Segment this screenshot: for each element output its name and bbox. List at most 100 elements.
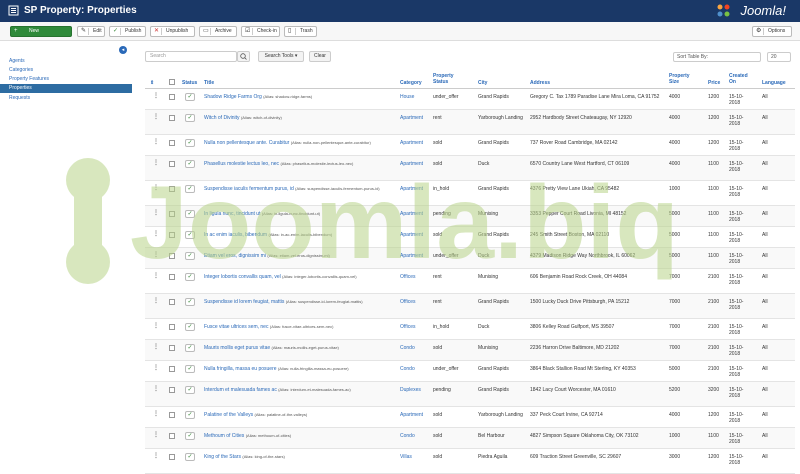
category-link[interactable]: Condo [400,433,432,439]
unpublish-button[interactable]: ✕ Unpublish [150,26,195,37]
column-created-on[interactable]: Created On [729,73,751,85]
row-checkbox[interactable] [169,324,175,330]
category-link[interactable]: Apartment [400,140,432,146]
published-status-icon[interactable]: ✓ [185,210,195,218]
property-title-link[interactable]: Shadow Ridge Farms Org [204,94,262,100]
column-status[interactable]: Status [182,80,197,86]
published-status-icon[interactable]: ✓ [185,323,195,331]
row-checkbox[interactable] [169,299,175,305]
row-checkbox[interactable] [169,161,175,167]
row-checkbox[interactable] [169,454,175,460]
column-title[interactable]: Title [204,80,214,86]
row-checkbox[interactable] [169,433,175,439]
property-title-link[interactable]: Interdum et malesuada fames ac [204,387,277,393]
property-title-link[interactable]: Etiam vel eros, dignissim mi [204,253,266,259]
property-title-link[interactable]: In ac enim iaculis, bibendum [204,232,267,238]
published-status-icon[interactable]: ✓ [185,432,195,440]
publish-button[interactable]: ✓ Publish [109,26,146,37]
column-price[interactable]: Price [708,80,720,86]
drag-handle-icon[interactable]: ⋮ [153,452,159,459]
drag-handle-icon[interactable]: ⋮ [153,92,159,99]
new-button[interactable]: + New [10,26,72,37]
published-status-icon[interactable]: ✓ [185,185,195,193]
drag-handle-icon[interactable]: ⋮ [153,431,159,438]
category-link[interactable]: Apartment [400,186,432,192]
row-checkbox[interactable] [169,140,175,146]
category-link[interactable]: Offices [400,274,432,280]
published-status-icon[interactable]: ✓ [185,139,195,147]
drag-handle-icon[interactable]: ⋮ [153,272,159,279]
column-city[interactable]: City [478,80,487,86]
drag-handle-icon[interactable]: ⋮ [153,159,159,166]
drag-handle-icon[interactable]: ⋮ [153,138,159,145]
category-link[interactable]: Condo [400,366,432,372]
drag-handle-icon[interactable]: ⋮ [153,364,159,371]
clear-button[interactable]: Clear [309,51,331,62]
category-link[interactable]: Condo [400,345,432,351]
drag-handle-icon[interactable]: ⋮ [153,343,159,350]
property-title-link[interactable]: Fusce vitae ultrices sem, nec [204,324,268,330]
archive-button[interactable]: ▭ Archive [199,26,237,37]
published-status-icon[interactable]: ✓ [185,411,195,419]
published-status-icon[interactable]: ✓ [185,93,195,101]
ordering-sort-icon[interactable]: ⇕ [150,80,154,86]
limit-select[interactable]: 20 [767,52,791,62]
property-title-link[interactable]: King of the Stars [204,454,241,460]
row-checkbox[interactable] [169,345,175,351]
published-status-icon[interactable]: ✓ [185,453,195,461]
drag-handle-icon[interactable]: ⋮ [153,209,159,216]
row-checkbox[interactable] [169,115,175,121]
published-status-icon[interactable]: ✓ [185,344,195,352]
drag-handle-icon[interactable]: ⋮ [153,410,159,417]
category-link[interactable]: House [400,94,432,100]
published-status-icon[interactable]: ✓ [185,273,195,281]
sidebar-toggle-icon[interactable]: ◂ [119,46,127,54]
category-link[interactable]: Apartment [400,211,432,217]
search-button[interactable] [237,51,250,62]
column-category[interactable]: Category [400,80,422,86]
edit-button[interactable]: ✎ Edit [77,26,105,37]
property-title-link[interactable]: Palatine of the Valleys [204,412,253,418]
category-link[interactable]: Apartment [400,412,432,418]
row-checkbox[interactable] [169,274,175,280]
drag-handle-icon[interactable]: ⋮ [153,184,159,191]
property-title-link[interactable]: Phasellus molestie lectus leo, nec [204,161,279,167]
published-status-icon[interactable]: ✓ [185,298,195,306]
drag-handle-icon[interactable]: ⋮ [153,113,159,120]
published-status-icon[interactable]: ✓ [185,160,195,168]
trash-button[interactable]: ▯ Trash [284,26,317,37]
row-checkbox[interactable] [169,366,175,372]
property-title-link[interactable]: In ligula nunc, tincidunt ut [204,211,260,217]
property-title-link[interactable]: Witch of Divinity [204,115,240,121]
options-button[interactable]: ⚙ Options [752,26,792,37]
category-link[interactable]: Apartment [400,253,432,259]
drag-handle-icon[interactable]: ⋮ [153,297,159,304]
category-link[interactable]: Villas [400,454,432,460]
column-property-status[interactable]: Property Status [433,73,459,85]
sidebar-item-properties[interactable]: Properties [0,84,132,93]
select-all-checkbox[interactable] [169,79,175,85]
row-checkbox[interactable] [169,387,175,393]
row-checkbox[interactable] [169,186,175,192]
property-title-link[interactable]: Suspendisse id lorem feugiat, mattis [204,299,284,305]
sidebar-item-property-features[interactable]: Property Features [0,75,132,84]
category-link[interactable]: Offices [400,299,432,305]
property-title-link[interactable]: Mauris mollis eget purus vitae [204,345,270,351]
column-language[interactable]: Language [762,80,786,86]
published-status-icon[interactable]: ✓ [185,231,195,239]
published-status-icon[interactable]: ✓ [185,114,195,122]
property-title-link[interactable]: Nulla fringilla, massa eu posuere [204,366,277,372]
sidebar-item-requests[interactable]: Requests [0,94,132,103]
menu-icon[interactable] [8,5,19,16]
category-link[interactable]: Apartment [400,232,432,238]
drag-handle-icon[interactable]: ⋮ [153,230,159,237]
sidebar-item-categories[interactable]: Categories [0,66,132,75]
column-property-size[interactable]: Property Size [669,73,693,85]
sidebar-item-agents[interactable]: Agents [0,57,132,66]
property-title-link[interactable]: Integer lobortis convallis quam, vel [204,274,281,280]
drag-handle-icon[interactable]: ⋮ [153,322,159,329]
column-address[interactable]: Address [530,80,550,86]
row-checkbox[interactable] [169,412,175,418]
row-checkbox[interactable] [169,211,175,217]
row-checkbox[interactable] [169,232,175,238]
